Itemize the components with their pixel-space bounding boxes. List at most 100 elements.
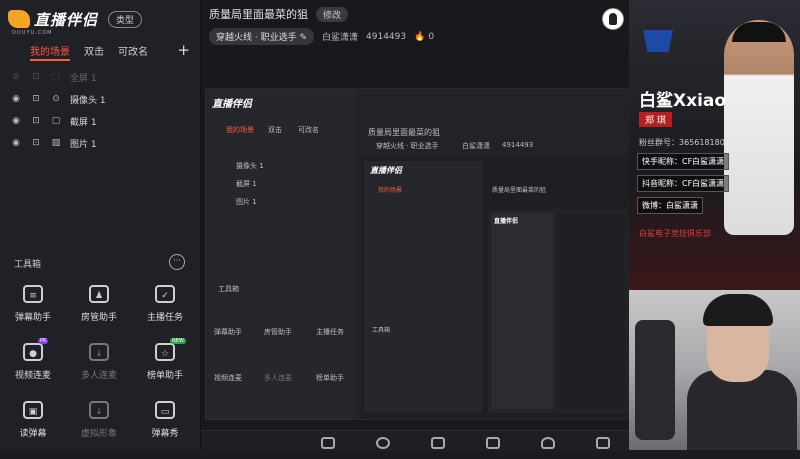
streamer-photo-hair [732,22,786,42]
stream-overlay: 白鲨Xxiao 郑 琪 粉丝群号：365618180 快手昵称：CF白鲨潇潇 抖… [629,0,800,450]
room-admin-icon: ♟ [89,285,109,303]
preview-nested-sidebar [364,161,482,413]
tool-item[interactable]: ● PK 视频连麦 [0,338,66,401]
image-icon: ▨ [51,138,61,148]
preview-nickname: 白鲨潇潇 [462,142,490,150]
preview-tool-label: 多人连麦 [264,374,292,382]
kuaishou-nick: 快手昵称：CF白鲨潇潇 [637,153,730,170]
video-mic-icon: ● [23,343,43,361]
app-logo: 直播伴侣 [8,9,98,30]
fan-group: 粉丝群号：365618180 [639,138,725,147]
source-item-screenshot[interactable]: ◉ ⊡ ▢ 截屏 1 [0,110,200,132]
tab-renameable[interactable]: 可改名 [118,43,148,58]
preview-tool-label: 房管助手 [264,328,292,336]
crop-icon: ▢ [51,116,61,126]
streamer-name-en: 白鲨Xxiao [639,91,727,111]
douyin-nick: 抖音昵称：CF白鲨潇潇 [637,175,730,192]
category-selector[interactable]: 穿越火线 · 职业选手 ✎ [209,28,315,45]
type-button[interactable]: 类型 [108,10,143,28]
preview-nested-tab: 我的场景 [378,187,403,194]
toolbox-title: 工具箱 [14,260,42,270]
add-scene-button[interactable]: + [177,41,190,59]
tool-label: 榜单助手 [146,371,183,381]
tool-item[interactable]: ☆ NEW 榜单助手 [132,338,198,401]
lock-icon[interactable]: ⊡ [30,116,42,126]
preview-nested-logo: 直播伴侣 [370,166,402,175]
preview-category: 穿越火线 · 职业选手 [376,142,439,150]
tool-label: 房管助手 [80,313,117,323]
user-avatar[interactable] [602,8,624,30]
user-icon[interactable] [541,437,555,449]
preview-source-label: 截屏 1 [236,180,257,188]
streamer-photo [724,20,794,235]
team-logo-icon [643,30,673,52]
hidden-eye-icon[interactable]: ⊘ [10,72,22,82]
heat-count: 0 [428,31,435,42]
preview-nested-level-3-sidebar [491,213,553,409]
source-item-camera[interactable]: ◉ ⊡ ⊙ 摄像头 1 [0,88,200,110]
tool-label: 主播任务 [146,313,183,323]
tool-item: ↓ 多人连麦 [66,343,132,401]
preview-room-id: 4914493 [502,141,534,149]
toolbox-more-button[interactable]: ··· [169,254,185,270]
preview-nested-title: 质量局里面最菜的狙 [492,187,547,194]
preview-room-title: 质量局里面最菜的狙 [368,128,440,137]
screen-capture-icon[interactable] [321,437,335,449]
tool-label: 弹幕助手 [14,313,51,323]
tab-double-click[interactable]: 双击 [84,43,104,58]
eye-icon[interactable]: ◉ [10,94,22,104]
streamer-nickname: 白鲨潇潇 [322,33,359,43]
preview-source-label: 图片 1 [236,198,257,206]
pencil-icon: ✎ [299,33,308,43]
eye-icon[interactable]: ◉ [10,138,22,148]
source-item-image[interactable]: ◉ ⊡ ▨ 图片 1 [0,132,200,154]
tool-item[interactable]: ✓ 主播任务 [132,285,198,343]
tool-item[interactable]: ≡ 弹幕助手 [0,285,66,343]
preview-tool-label: 榜单助手 [316,374,344,382]
tool-item[interactable]: ▣ 读弹幕 [0,401,66,459]
lock-icon[interactable]: ⊡ [30,94,42,104]
window-capture-icon[interactable] [431,437,445,449]
stream-preview[interactable]: 直播伴侣 我的场景 双击 可改名 摄像头 1 截屏 1 图片 1 工具箱 弹幕助… [205,88,631,420]
audio-icon[interactable] [596,437,610,449]
weibo-nick: 微博：白鲨潇潇 [637,197,703,214]
tab-my-scene[interactable]: 我的场景 [30,43,70,58]
image-add-icon[interactable] [486,437,500,449]
eye-icon[interactable]: ◉ [10,116,22,126]
scene-panel: 直播伴侣 类型 DOUYU.COM 我的场景 双击 可改名 + ⊘ ⊡ ⬚ 全屏… [0,0,201,450]
douyu-logo-icon [8,10,30,28]
tool-item[interactable]: ▭ 弹幕秀 [132,401,198,459]
preview-logo-text: 直播伴侣 [212,99,252,110]
lock-icon[interactable]: ⊡ [30,72,42,82]
tool-label: 虚拟形象 [80,429,117,439]
source-label: 截屏 1 [70,117,97,128]
source-label: 图片 1 [70,139,97,150]
tool-badge: PK [38,338,49,344]
webcam-person-body [687,370,797,450]
ranking-helper-icon: ☆ [155,343,175,361]
fullscreen-icon: ⬚ [51,72,61,82]
lock-icon[interactable]: ⊡ [30,138,42,148]
edit-title-button[interactable]: 修改 [316,6,349,22]
preview-tool-label: 弹幕助手 [214,328,242,336]
preview-nested-level-3-preview [556,213,626,409]
preview-panel: 质量局里面最菜的狙 修改 穿越火线 · 职业选手 ✎ 白鲨潇潇 4914493 … [201,0,631,451]
webcam-feed [629,290,800,450]
webcam-chair [635,320,675,440]
fire-icon: 🔥 [414,31,426,42]
streamer-promo-card: 白鲨Xxiao 郑 琪 粉丝群号：365618180 快手昵称：CF白鲨潇潇 抖… [629,0,800,290]
room-info: 质量局里面最菜的狙 修改 穿越火线 · 职业选手 ✎ 白鲨潇潇 4914493 … [201,0,629,68]
preview-tab-label: 双击 [268,126,282,134]
tool-item: ↓ 虚拟形象 [66,401,132,459]
tool-item[interactable]: ♟ 房管助手 [66,285,132,343]
logo-subtitle: DOUYU.COM [12,30,53,36]
source-item-fullscreen[interactable]: ⊘ ⊡ ⬚ 全屏 1 [0,66,200,88]
scene-source-list: ⊘ ⊡ ⬚ 全屏 1 ◉ ⊡ ⊙ 摄像头 1 ◉ ⊡ ▢ 截屏 1 ◉ ⊡ ▨ … [0,66,200,154]
camera-toggle-icon[interactable] [376,437,390,449]
bottom-toolbar [201,430,629,451]
multi-mic-icon: ↓ [89,343,109,361]
preview-nested-toolbox: 工具箱 [372,327,391,334]
preview-source-label: 摄像头 1 [236,162,264,170]
preview-tool-label: 视频连麦 [214,374,242,382]
preview-tab-label: 我的场景 [226,126,254,134]
